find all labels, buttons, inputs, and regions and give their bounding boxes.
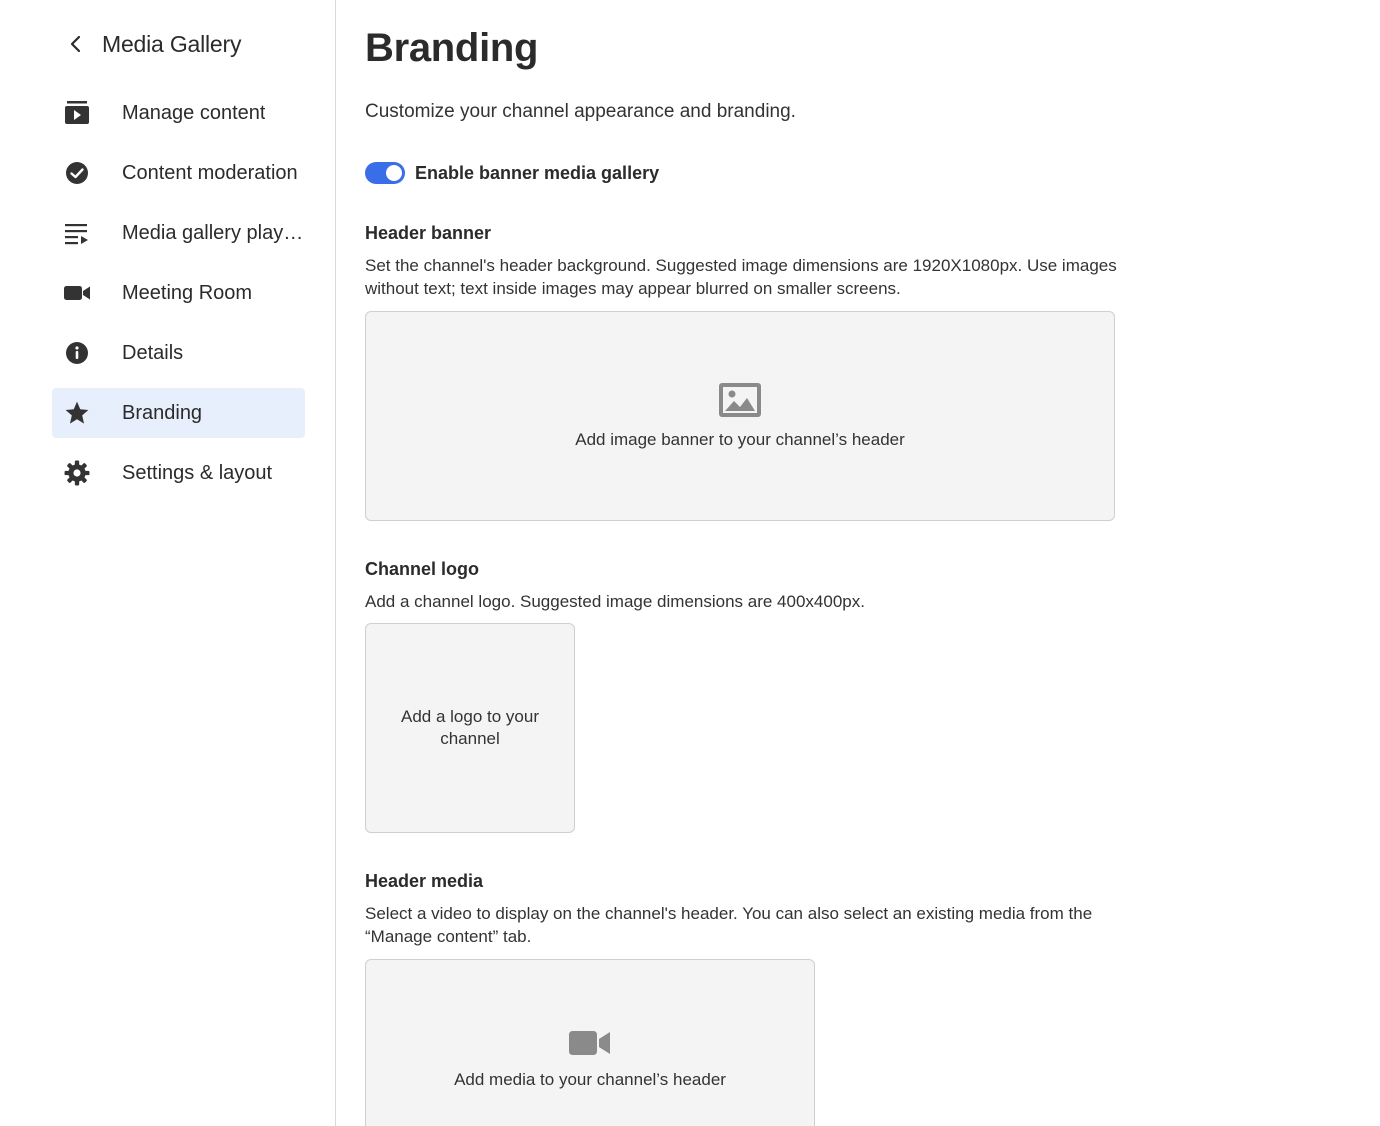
app-root: Media Gallery Manage content Content mod… [0,0,1380,1126]
check-circle-icon [52,148,102,198]
channel-logo-dropzone[interactable]: Add a logo to your channel [365,623,575,833]
sidebar-item-branding[interactable]: Branding [52,388,305,438]
header-banner-dropzone[interactable]: Add image banner to your channel’s heade… [365,311,1115,521]
toggle-knob [386,165,402,181]
channel-logo-dropzone-text: Add a logo to your channel [401,707,539,748]
page-title: Branding [365,26,539,70]
page-subtitle: Customize your channel appearance and br… [365,101,796,122]
sidebar-item-label: Manage content [122,101,266,124]
sidebar-item-label: Meeting Room [122,281,253,304]
header-banner-title: Header banner [365,223,492,243]
sidebar-item-label: Settings & layout [122,461,273,484]
sidebar-item-label: Media gallery playlists [122,221,304,244]
header-media-dropzone[interactable]: Add media to your channel’s header [365,959,815,1126]
sidebar-title: Media Gallery [102,30,242,57]
banner-gallery-toggle[interactable] [365,162,405,184]
header-banner-description: Set the channel's header background. Sug… [365,256,1117,298]
header-media-dropzone-text: Add media to your channel’s header [454,1069,726,1089]
video-camera-icon [568,1028,612,1063]
channel-logo-title: Channel logo [365,559,479,579]
header-media-description: Select a video to display on the channel… [365,904,1093,946]
sidebar-item-manage-content[interactable]: Manage content [52,88,305,138]
manage-content-icon [52,88,102,138]
sidebar-item-label: Content moderation [122,161,298,184]
sidebar-item-content-moderation[interactable]: Content moderation [52,148,305,198]
header-media-title: Header media [365,871,484,891]
sidebar-item-details[interactable]: Details [52,328,305,378]
sidebar-item-meeting-room[interactable]: Meeting Room [52,268,305,318]
star-icon [52,388,102,438]
sidebar-nav: Manage content Content moderation Media … [52,88,305,508]
sidebar-item-label: Branding [122,401,203,424]
chevron-left-icon[interactable] [64,32,88,56]
header-banner-dropzone-text: Add image banner to your channel’s heade… [575,429,905,449]
image-icon [718,382,762,423]
sidebar-item-label: Details [122,341,184,364]
video-camera-icon [52,268,102,318]
toggle-label: Enable banner media gallery [415,162,660,183]
back-link[interactable]: Media Gallery [64,24,241,64]
info-icon [52,328,102,378]
gear-icon [52,448,102,498]
sidebar: Media Gallery Manage content Content mod… [0,0,336,1126]
banner-gallery-toggle-row: Enable banner media gallery [365,162,659,184]
sidebar-item-playlists[interactable]: Media gallery playlists [52,208,305,258]
playlist-icon [52,208,102,258]
sidebar-item-settings-layout[interactable]: Settings & layout [52,448,305,498]
channel-logo-description: Add a channel logo. Suggested image dime… [365,592,865,611]
